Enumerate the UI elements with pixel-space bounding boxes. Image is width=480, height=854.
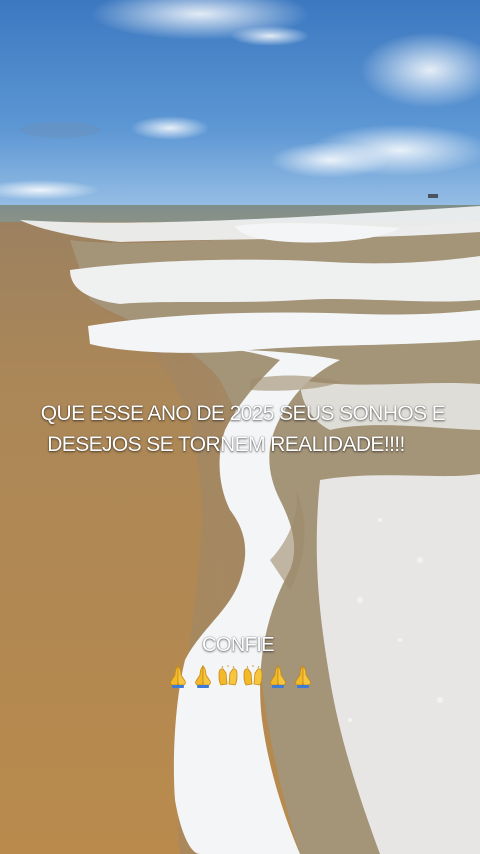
main-caption: QUE ESSE ANO DE 2025 SEUS SONHOS E DESEJ… bbox=[0, 398, 480, 460]
caption-line-1: QUE ESSE ANO DE 2025 SEUS SONHOS E bbox=[40, 402, 446, 425]
beach-photo: QUE ESSE ANO DE 2025 SEUS SONHOS E DESEJ… bbox=[0, 0, 480, 854]
praying-hands-icon bbox=[169, 665, 186, 688]
praying-hands-icon bbox=[269, 665, 286, 688]
emoji-row bbox=[0, 664, 480, 688]
praying-hands-icon bbox=[294, 665, 311, 688]
raised-hands-icon bbox=[218, 665, 237, 686]
raised-hands-icon bbox=[243, 665, 262, 686]
confie-caption: CONFIE bbox=[202, 634, 275, 656]
praying-hands-icon bbox=[194, 665, 211, 688]
caption-line-2: DESEJOS SE TORNEM REALIDADE!!!! bbox=[47, 433, 405, 456]
